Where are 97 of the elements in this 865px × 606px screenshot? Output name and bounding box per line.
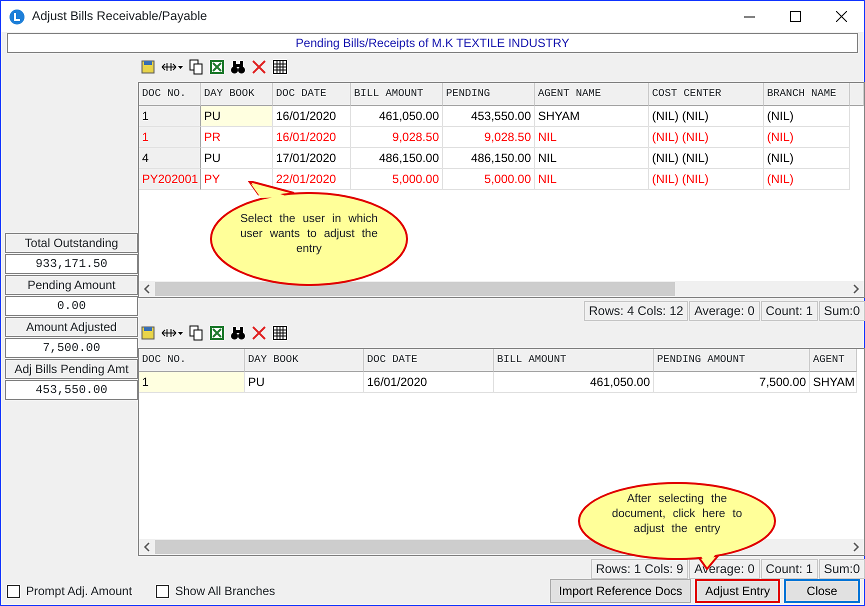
table-cell[interactable]: SHYAM (535, 106, 649, 127)
status-cell: Rows: 4 Cols: 12 (584, 301, 688, 321)
table-cell[interactable]: PY202001 (139, 169, 201, 190)
table-cell[interactable]: PU (245, 372, 364, 393)
column-header[interactable]: BILL AMOUNT (494, 349, 654, 372)
summary-value: 453,550.00 (5, 380, 138, 400)
status-cell: Sum:0 (818, 559, 865, 579)
summary-label: Amount Adjusted (5, 317, 138, 337)
table-cell[interactable]: 4 (139, 148, 201, 169)
dialog-button[interactable]: Adjust Entry (695, 579, 780, 603)
delete-icon[interactable] (251, 59, 267, 75)
column-header[interactable]: BRANCH NAME (764, 83, 850, 106)
table-cell[interactable]: 1 (139, 127, 201, 148)
table-cell[interactable]: (NIL) (764, 148, 850, 169)
maximize-icon (790, 11, 800, 22)
scroll-right-icon[interactable] (852, 284, 860, 294)
table-cell[interactable]: 486,150.00 (351, 148, 443, 169)
table-cell[interactable]: 461,050.00 (351, 106, 443, 127)
save-layout-icon[interactable] (140, 325, 156, 341)
app-logo-icon (9, 9, 25, 26)
column-header[interactable]: DOC DATE (364, 349, 494, 372)
close-icon (836, 11, 846, 22)
table-cell[interactable]: 16/01/2020 (273, 127, 351, 148)
summary-value: 933,171.50 (5, 254, 138, 274)
save-layout-icon[interactable] (140, 59, 156, 75)
callout-text: Select the user in which user wants to adjust the entry (239, 212, 379, 257)
dialog-button[interactable]: Close (784, 579, 860, 603)
checkbox[interactable] (156, 584, 170, 598)
spreadsheet-icon[interactable] (209, 59, 225, 75)
summary-value: 0.00 (5, 296, 138, 316)
spreadsheet-icon[interactable] (209, 325, 225, 341)
table-cell[interactable]: 9,028.50 (443, 127, 535, 148)
table-cell[interactable]: 9,028.50 (351, 127, 443, 148)
checkbox-label[interactable]: Prompt Adj. Amount (26, 582, 132, 600)
column-header[interactable]: DAY BOOK (201, 83, 273, 106)
grid-icon[interactable] (272, 59, 288, 75)
table-cell[interactable]: (NIL) (764, 106, 850, 127)
horizontal-scrollbar[interactable] (139, 281, 864, 297)
status-cell: Rows: 1 Cols: 9 (590, 559, 688, 579)
table-cell[interactable]: 461,050.00 (494, 372, 654, 393)
status-cell: Sum:0 (818, 301, 865, 321)
table-cell[interactable]: SHYAM (810, 372, 857, 393)
table-cell[interactable]: (NIL) (764, 127, 850, 148)
dialog-button[interactable]: Import Reference Docs (550, 579, 692, 603)
status-cell: Count: 1 (760, 559, 818, 579)
binoculars-icon[interactable] (230, 325, 246, 341)
table-cell[interactable]: PR (201, 127, 273, 148)
table-cell[interactable]: (NIL) (NIL) (649, 106, 764, 127)
checkbox-label[interactable]: Show All Branches (175, 582, 276, 600)
table-cell[interactable]: 7,500.00 (654, 372, 810, 393)
summary-label: Pending Amount (5, 275, 138, 295)
summary-label: Adj Bills Pending Amt (5, 359, 138, 379)
table-cell[interactable]: 1 (139, 106, 201, 127)
table-cell[interactable]: 453,550.00 (443, 106, 535, 127)
table-cell[interactable]: NIL (535, 148, 649, 169)
status-cell: Count: 1 (760, 301, 818, 321)
table-cell[interactable]: (NIL) (NIL) (649, 127, 764, 148)
column-header[interactable]: DOC DATE (273, 83, 351, 106)
summary-value: 7,500.00 (5, 338, 138, 358)
table-cell[interactable]: (NIL) (NIL) (649, 148, 764, 169)
table-cell[interactable]: 5,000.00 (443, 169, 535, 190)
column-header[interactable]: COST CENTER (649, 83, 764, 106)
column-header[interactable]: DOC NO. (139, 83, 201, 106)
table-cell[interactable]: 16/01/2020 (364, 372, 494, 393)
column-header[interactable]: DAY BOOK (245, 349, 364, 372)
column-header[interactable]: PENDING AMOUNT (654, 349, 810, 372)
checkbox[interactable] (7, 584, 20, 598)
status-cell: Average: 0 (689, 559, 760, 579)
column-header[interactable]: AGENT (810, 349, 857, 372)
table-cell[interactable]: NIL (535, 127, 649, 148)
column-header[interactable]: BILL AMOUNT (351, 83, 443, 106)
report-header: Pending Bills/Receipts of M.K TEXTILE INDUSTRY (7, 33, 858, 53)
table-cell[interactable]: 5,000.00 (351, 169, 443, 190)
table-cell[interactable]: 1 (139, 372, 245, 393)
scroll-left-icon[interactable] (143, 284, 151, 294)
table-cell[interactable]: (NIL) (764, 169, 850, 190)
grid-icon[interactable] (272, 325, 288, 341)
window-title: Adjust Bills Receivable/Payable (32, 8, 208, 26)
column-header[interactable]: AGENT NAME (535, 83, 649, 106)
scroll-left-icon[interactable] (143, 542, 151, 552)
column-header[interactable]: DOC NO. (139, 349, 245, 372)
copy-icon[interactable] (188, 59, 204, 75)
status-cell: Average: 0 (689, 301, 760, 321)
table-cell[interactable]: PU (201, 106, 273, 127)
scroll-right-icon[interactable] (852, 542, 860, 552)
column-header[interactable]: PENDING (443, 83, 535, 106)
table-cell[interactable]: 17/01/2020 (273, 148, 351, 169)
binoculars-icon[interactable] (230, 59, 246, 75)
table-cell[interactable]: 16/01/2020 (273, 106, 351, 127)
summary-label: Total Outstanding (5, 233, 138, 253)
callout-text: After selecting the document, click here to adjust the entry (610, 492, 744, 537)
copy-icon[interactable] (188, 325, 204, 341)
table-cell[interactable]: PU (201, 148, 273, 169)
table-cell[interactable]: NIL (535, 169, 649, 190)
table-cell[interactable]: 486,150.00 (443, 148, 535, 169)
table-cell[interactable]: (NIL) (NIL) (649, 169, 764, 190)
delete-icon[interactable] (251, 325, 267, 341)
